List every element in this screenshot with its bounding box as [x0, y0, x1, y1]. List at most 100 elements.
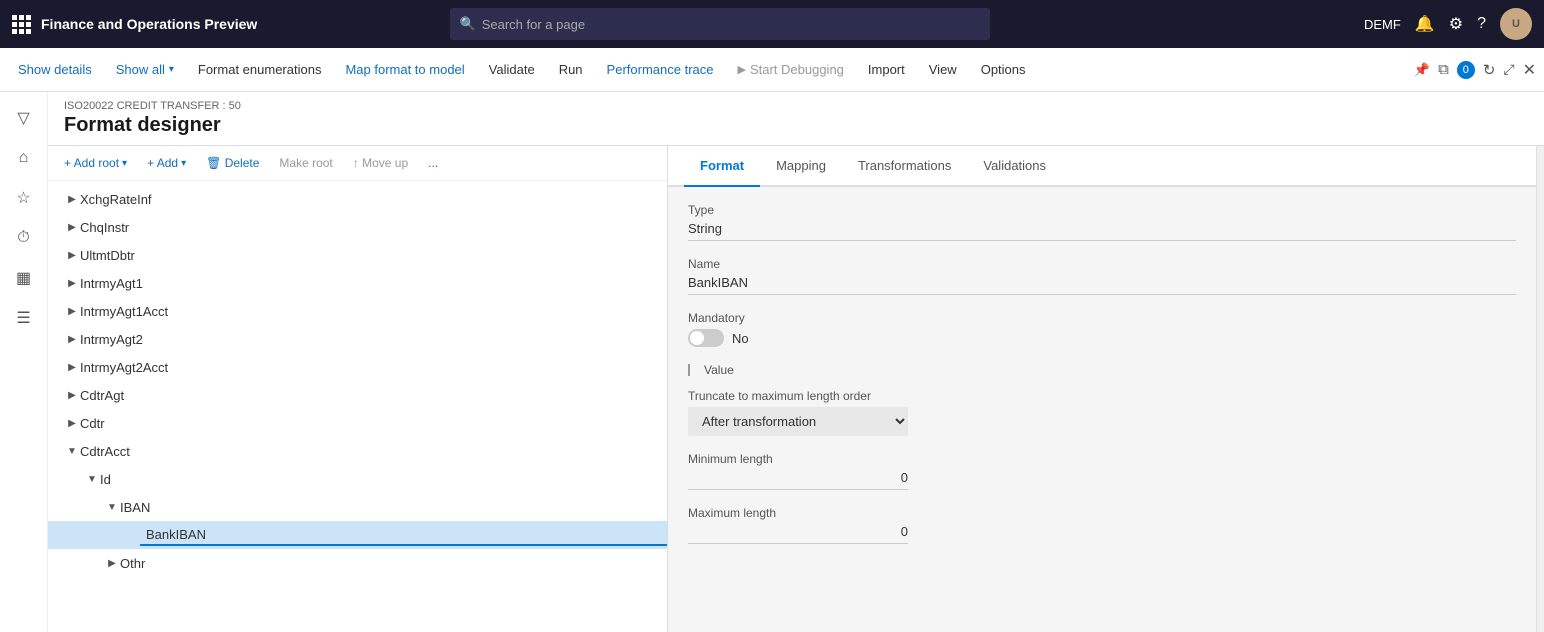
run-button[interactable]: Run [549, 52, 593, 88]
tree-item-XchgRateInf[interactable]: ▶ XchgRateInf [48, 185, 667, 213]
home-icon[interactable]: ⌂ [6, 140, 42, 176]
favorites-icon[interactable]: ☆ [6, 180, 42, 216]
truncate-label: Truncate to maximum length order [688, 389, 1516, 403]
tree-item-IntrmyAgt2[interactable]: ▶ IntrmyAgt2 [48, 325, 667, 353]
expand-arrow: ▶ [64, 194, 80, 205]
tree-item-IntrmyAgt2Acct[interactable]: ▶ IntrmyAgt2Acct [48, 353, 667, 381]
expand-arrow: ▶ [64, 390, 80, 401]
expand-arrow: ▼ [104, 502, 120, 513]
tab-format[interactable]: Format [684, 146, 760, 187]
user-name: DEMF [1364, 17, 1401, 32]
mandatory-group: Mandatory No [688, 311, 1516, 347]
name-group: Name BankIBAN [688, 257, 1516, 295]
close-icon[interactable]: ✕ [1523, 60, 1536, 80]
recent-icon[interactable]: ⏱ [6, 220, 42, 256]
expand-arrow: ▼ [84, 474, 100, 485]
notifications-icon[interactable]: 🔔 [1415, 14, 1435, 34]
tab-bar: Format Mapping Transformations Validatio… [668, 146, 1536, 187]
search-bar[interactable]: 🔍 Search for a page [450, 8, 990, 40]
show-details-button[interactable]: Show details [8, 52, 102, 88]
max-length-value[interactable]: 0 [688, 524, 908, 544]
avatar[interactable]: U [1500, 8, 1532, 40]
min-length-group: Minimum length 0 [688, 452, 1516, 490]
tree-item-ChqInstr[interactable]: ▶ ChqInstr [48, 213, 667, 241]
move-up-button[interactable]: ↑ Move up [345, 152, 416, 174]
expand-arrow: ▶ [64, 278, 80, 289]
import-button[interactable]: Import [858, 52, 915, 88]
tab-transformations[interactable]: Transformations [842, 146, 967, 187]
show-all-button[interactable]: Show all ▾ [106, 52, 184, 88]
start-debugging-button[interactable]: ▶ Start Debugging [727, 52, 853, 88]
scrollbar-track[interactable] [1536, 146, 1544, 632]
truncate-group: Truncate to maximum length order After t… [688, 389, 1516, 436]
refresh-icon[interactable]: ↻ [1483, 61, 1496, 79]
more-button[interactable]: ... [420, 152, 446, 174]
expand-arrow: ▶ [104, 558, 120, 569]
sidebar-icons: ▽ ⌂ ☆ ⏱ ▦ ☰ [0, 92, 48, 632]
breadcrumb: ISO20022 CREDIT TRANSFER : 50 [64, 100, 1528, 112]
tab-validations[interactable]: Validations [967, 146, 1062, 187]
type-label: Type [688, 203, 1516, 217]
tree-content[interactable]: ▶ XchgRateInf ▶ ChqInstr ▶ UltmtDbtr ▶ I… [48, 181, 667, 632]
delete-button[interactable]: 🗑 Delete [198, 152, 267, 174]
help-icon[interactable]: ? [1477, 15, 1486, 33]
pin-icon[interactable]: 📌 [1414, 62, 1430, 78]
tree-item-Id[interactable]: ▼ Id [48, 465, 667, 493]
tree-item-Cdtr[interactable]: ▶ Cdtr [48, 409, 667, 437]
expand-arrow: ▼ [64, 446, 80, 457]
tree-item-CdtrAgt[interactable]: ▶ CdtrAgt [48, 381, 667, 409]
expand-icon[interactable]: ⤢ [1503, 61, 1514, 78]
name-label: Name [688, 257, 1516, 271]
page-title: Format designer [64, 114, 1528, 137]
truncate-dropdown[interactable]: After transformation [688, 407, 908, 436]
top-bar-right: DEMF 🔔 ⚙ ? U [1364, 8, 1532, 40]
app-title: Finance and Operations Preview [41, 16, 257, 32]
expand-arrow: ▶ [64, 334, 80, 345]
performance-trace-button[interactable]: Performance trace [597, 52, 724, 88]
search-icon: 🔍 [460, 16, 476, 32]
tree-item-IBAN[interactable]: ▼ IBAN [48, 493, 667, 521]
min-length-value[interactable]: 0 [688, 470, 908, 490]
tree-item-UltmtDbtr[interactable]: ▶ UltmtDbtr [48, 241, 667, 269]
max-length-group: Maximum length 0 [688, 506, 1516, 544]
chevron-down-icon: ▾ [181, 158, 186, 169]
top-bar: Finance and Operations Preview 🔍 Search … [0, 0, 1544, 48]
workspaces-icon[interactable]: ▦ [6, 260, 42, 296]
panel-icon[interactable]: ⧉ [1438, 61, 1449, 78]
tree-item-IntrmyAgt1Acct[interactable]: ▶ IntrmyAgt1Acct [48, 297, 667, 325]
mandatory-label: Mandatory [688, 311, 1516, 325]
min-length-label: Minimum length [688, 452, 1516, 466]
value-divider: Value [688, 363, 1516, 377]
view-button[interactable]: View [919, 52, 967, 88]
add-button[interactable]: + Add ▾ [139, 152, 194, 174]
options-button[interactable]: Options [971, 52, 1036, 88]
chevron-down-icon: ▾ [122, 158, 127, 169]
properties-content: Type String Name BankIBAN Mandatory No [668, 187, 1536, 632]
properties-panel: Format Mapping Transformations Validatio… [668, 146, 1536, 632]
chevron-down-icon: ▾ [169, 64, 174, 75]
settings-icon[interactable]: ⚙ [1449, 14, 1463, 34]
waffle-icon[interactable] [12, 15, 31, 34]
tree-item-CdtrAcct[interactable]: ▼ CdtrAcct [48, 437, 667, 465]
expand-arrow [124, 530, 140, 541]
format-enumerations-button[interactable]: Format enumerations [188, 52, 332, 88]
tree-item-BankIBAN[interactable]: BankIBAN [48, 521, 667, 549]
list-icon[interactable]: ☰ [6, 300, 42, 336]
main-layout: ▽ ⌂ ☆ ⏱ ▦ ☰ ISO20022 CREDIT TRANSFER : 5… [0, 92, 1544, 632]
map-format-to-model-button[interactable]: Map format to model [335, 52, 474, 88]
expand-arrow: ▶ [64, 362, 80, 373]
expand-arrow: ▶ [64, 306, 80, 317]
make-root-button[interactable]: Make root [271, 152, 340, 174]
mandatory-text: No [732, 331, 749, 346]
expand-arrow: ▶ [64, 222, 80, 233]
tree-item-Othr[interactable]: ▶ Othr [48, 549, 667, 577]
tree-item-IntrmyAgt1[interactable]: ▶ IntrmyAgt1 [48, 269, 667, 297]
search-placeholder: Search for a page [482, 17, 585, 32]
add-root-button[interactable]: + Add root ▾ [56, 152, 135, 174]
mandatory-toggle[interactable] [688, 329, 724, 347]
toggle-row: No [688, 329, 1516, 347]
validate-button[interactable]: Validate [479, 52, 545, 88]
tab-mapping[interactable]: Mapping [760, 146, 842, 187]
filter-icon[interactable]: ▽ [6, 100, 42, 136]
expand-arrow: ▶ [64, 250, 80, 261]
